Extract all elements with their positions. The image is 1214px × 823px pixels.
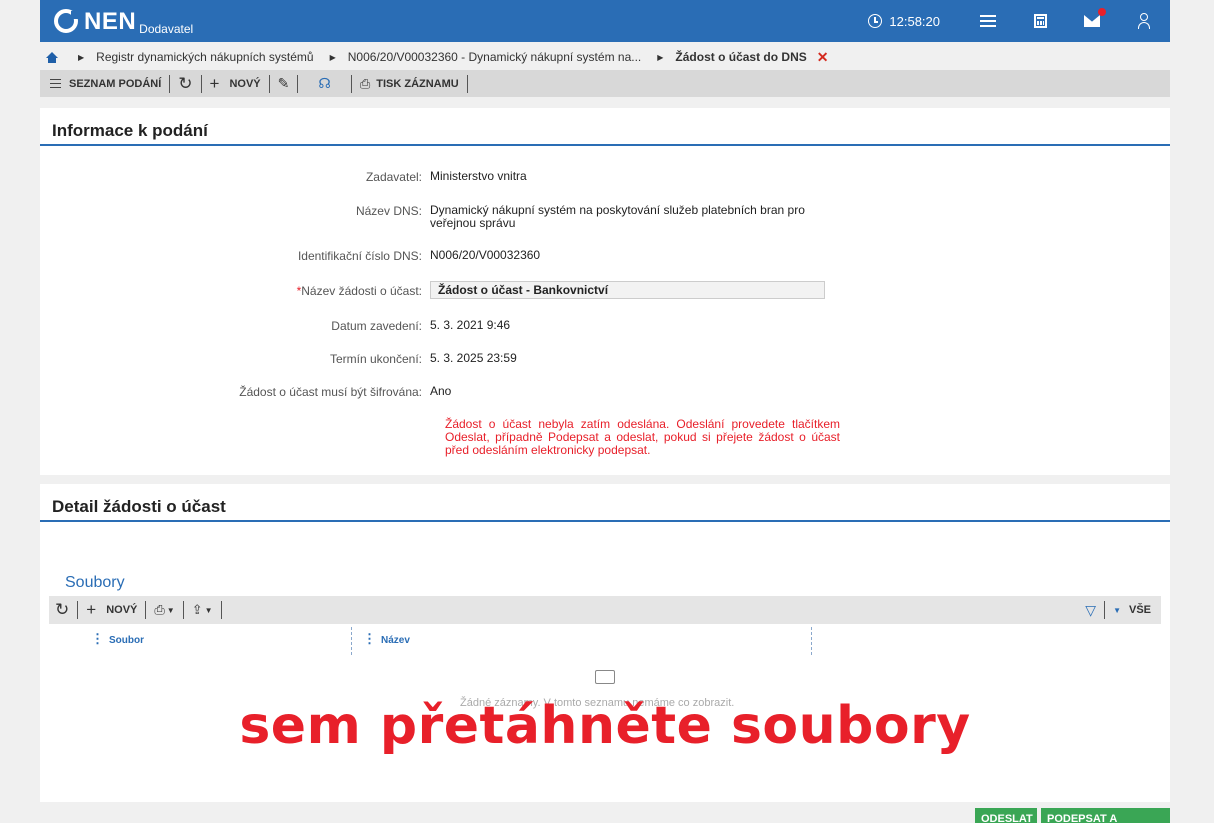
caret-down-icon: ▼ (1113, 605, 1121, 615)
field-end-date: Termín ukončení: 5. 3. 2025 23:59 (40, 351, 830, 367)
files-table-header: ⋮ Soubor ⋮ Název (49, 627, 1161, 657)
chevron-right-icon: ▶ (657, 52, 664, 62)
clock-time: 12:58:20 (889, 13, 940, 29)
logo-ring-icon (54, 9, 79, 33)
user-icon[interactable] (1118, 0, 1170, 42)
logo-subtitle: Dodavatel (139, 22, 194, 36)
breadcrumb-registry[interactable]: Registr dynamických nákupních systémů (96, 50, 313, 64)
edit-button[interactable]: ✎ (272, 70, 296, 97)
printer-icon: ⎙ (359, 75, 371, 91)
print-button[interactable]: ⎙ TISK ZÁZNAMU (354, 70, 465, 97)
refresh-icon: ↻ (55, 600, 70, 619)
submission-info-panel: Informace k podání Zadavatel: Ministerst… (40, 108, 1170, 475)
section-title: Detail žádosti o účast (40, 484, 1170, 522)
nen-logo[interactable]: NEN Dodavatel (54, 6, 193, 36)
request-detail-panel: Detail žádosti o účast Soubory ↻ + NOVÝ … (40, 484, 1170, 802)
section-title: Informace k podání (40, 108, 1170, 146)
field-dns-id: Identifikační číslo DNS: N006/20/V000323… (40, 248, 830, 264)
close-icon[interactable]: ✕ (817, 49, 829, 66)
printer-icon: ⎙ (154, 602, 165, 617)
certificate-icon: ☊ (318, 75, 331, 91)
files-new-button[interactable]: + NOVÝ (80, 596, 143, 624)
field-encryption: Žádost o účast musí být šifrována: Ano (40, 384, 830, 400)
list-icon (50, 76, 61, 91)
notification-dot (1098, 8, 1106, 16)
list-button[interactable]: SEZNAM PODÁNÍ (40, 70, 167, 97)
column-menu-icon: ⋮ (363, 631, 376, 646)
files-new-label: NOVÝ (106, 604, 138, 616)
request-name-input[interactable]: Žádost o účast - Bankovnictví (430, 281, 825, 299)
refresh-button[interactable]: ↻ (172, 70, 198, 97)
field-label: Identifikační číslo DNS: (297, 249, 422, 263)
field-dns-name: Název DNS: Dynamický nákupní systém na p… (40, 204, 830, 230)
export-icon: ⇪ (191, 602, 203, 617)
column-menu-icon: ⋮ (91, 631, 104, 646)
chevron-right-icon: ▶ (329, 52, 336, 62)
files-heading: Soubory (65, 574, 125, 591)
plus-icon: + (86, 600, 97, 619)
field-created-date: Datum zavedení: 5. 3. 2021 9:46 (40, 318, 830, 334)
caret-down-icon: ▼ (166, 605, 175, 615)
drop-zone-label[interactable]: sem přetáhněte soubory (80, 696, 1130, 756)
sign-and-send-button[interactable]: PODEPSAT A ODESLAT (1041, 808, 1170, 823)
field-value: Dynamický nákupní systém na poskytování … (430, 203, 805, 230)
certificate-button[interactable]: ☊ (300, 70, 348, 97)
view-all-dropdown[interactable]: ▼ VŠE (1107, 596, 1161, 624)
files-print-menu[interactable]: ⎙ ▼ (148, 596, 180, 624)
menu-icon[interactable] (962, 0, 1014, 42)
mail-icon[interactable] (1066, 0, 1118, 42)
list-button-label: SEZNAM PODÁNÍ (69, 77, 162, 90)
chevron-right-icon: ▶ (78, 52, 85, 62)
top-header: NEN Dodavatel 12:58:20 (40, 0, 1170, 42)
column-label: Název (381, 635, 410, 646)
inbox-icon (595, 670, 615, 684)
field-label: Datum zavedení: (331, 319, 422, 333)
view-all-label: VŠE (1128, 604, 1151, 616)
not-sent-warning: Žádost o účast nebyla zatím odeslána. Od… (445, 417, 840, 457)
field-label: Zadavatel: (365, 170, 422, 184)
files-refresh-button[interactable]: ↻ (49, 596, 75, 624)
filter-icon: ▽ (1085, 601, 1097, 618)
plus-icon: + (209, 73, 220, 93)
session-clock: 12:58:20 (868, 14, 940, 29)
field-value: Ministerstvo vnitra (430, 169, 527, 183)
new-button-label: NOVÝ (229, 77, 261, 90)
field-value: 5. 3. 2025 23:59 (430, 351, 517, 365)
new-button[interactable]: + NOVÝ (204, 70, 267, 97)
pencil-icon: ✎ (277, 75, 290, 91)
field-label-text: Název žádosti o účast: (301, 284, 422, 298)
filter-button[interactable]: ▽ (1079, 596, 1102, 624)
field-label: Termín ukončení: (329, 352, 422, 366)
column-file[interactable]: ⋮ Soubor (91, 631, 144, 647)
column-label: Soubor (109, 635, 144, 646)
breadcrumb: ▶ Registr dynamických nákupních systémů … (40, 46, 1170, 68)
main-toolbar: SEZNAM PODÁNÍ ↻ + NOVÝ ✎ ☊ ⎙ TISK ZÁZNAM… (40, 70, 1170, 97)
field-label: Žádost o účast musí být šifrována: (239, 385, 422, 399)
field-value: Ano (430, 384, 452, 398)
field-label: *Název žádosti o účast: (40, 284, 430, 299)
calculator-icon[interactable] (1014, 0, 1066, 42)
field-value: 5. 3. 2021 9:46 (430, 318, 511, 332)
field-label: Název DNS: (355, 204, 422, 218)
column-name[interactable]: ⋮ Název (363, 631, 410, 647)
print-button-label: TISK ZÁZNAMU (376, 77, 459, 90)
field-contracting-authority: Zadavatel: Ministerstvo vnitra (40, 169, 830, 185)
logo-text: NEN (84, 8, 137, 35)
files-toolbar: ↻ + NOVÝ ⎙ ▼ ⇪ ▼ ▽ ▼ VŠE (49, 596, 1161, 624)
caret-down-icon: ▼ (204, 605, 213, 615)
home-icon[interactable] (46, 51, 58, 63)
clock-icon (868, 14, 883, 28)
files-export-menu[interactable]: ⇪ ▼ (186, 596, 219, 624)
breadcrumb-dns[interactable]: N006/20/V00032360 - Dynamický nákupní sy… (348, 50, 642, 64)
breadcrumb-current: Žádost o účast do DNS (675, 50, 807, 64)
send-button[interactable]: ODESLAT (975, 808, 1037, 823)
field-value: N006/20/V00032360 (430, 248, 541, 262)
refresh-icon: ↻ (178, 73, 193, 93)
field-request-name: *Název žádosti o účast: Žádost o účast -… (40, 281, 830, 299)
